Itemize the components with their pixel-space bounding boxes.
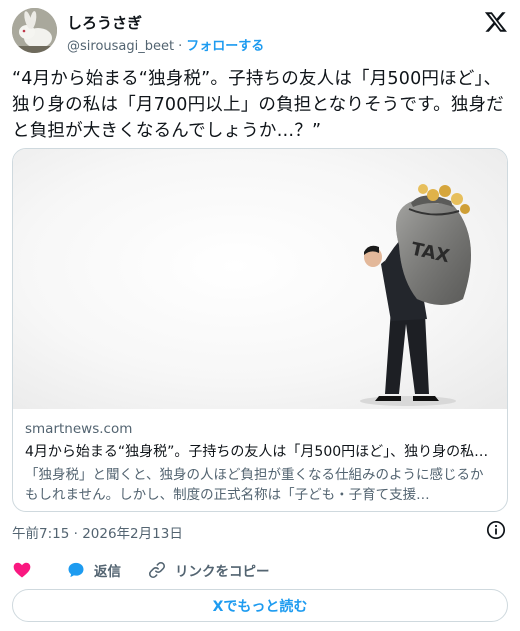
tweet-embed: しろうさぎ @sirousagi_beet · フォローする “4月から始まる“独身…	[0, 0, 520, 631]
tweet-header: しろうさぎ @sirousagi_beet · フォローする	[12, 8, 508, 56]
like-button[interactable]	[12, 560, 40, 580]
heart-icon	[13, 562, 31, 578]
reply-label: 返信	[94, 564, 121, 580]
rabbit-avatar-image	[12, 8, 57, 53]
read-more-on-x-button[interactable]: Xでもっと読む	[12, 589, 508, 622]
copy-link-button[interactable]: リンクをコピー	[147, 560, 270, 580]
reply-button[interactable]: 返信	[66, 560, 121, 580]
reply-bubble-icon	[68, 562, 84, 578]
card-title[interactable]: 4月から始まる“独身税”。子持ちの友人は「月500円ほど」、独り身の私…	[25, 441, 495, 461]
card-description: 「独身税」と聞くと、独身の人ほど負担が重くなる仕組みのように感じるかもしれません…	[25, 467, 484, 503]
link-icon	[149, 562, 165, 578]
author-handle[interactable]: @sirousagi_beet	[67, 39, 174, 54]
follow-button[interactable]: フォローする	[186, 39, 264, 54]
action-bar: 返信 リンクをコピー	[12, 558, 508, 582]
card-meta: smartnews.com 4月から始まる“独身税”。子持ちの友人は「月500円…	[25, 421, 495, 505]
x-logo-icon[interactable]	[484, 10, 508, 34]
card-image[interactable]: TAX	[13, 149, 507, 409]
author-name[interactable]: しろうさぎ	[67, 12, 142, 33]
tweet-text: “4月から始まる“独身税”。子持ちの友人は「月500円ほど」、独り身の私は「月7…	[12, 69, 504, 141]
handle-row: @sirousagi_beet · フォローする	[67, 35, 264, 54]
man-carrying-tax-sack-illustration: TAX	[360, 184, 471, 406]
info-icon[interactable]	[486, 520, 506, 540]
link-card[interactable]: TAX smartnews.com 4月から始まる“独身税”。子持ちの友人は「月…	[12, 148, 508, 512]
card-domain: smartnews.com	[25, 421, 133, 437]
copy-link-label: リンクをコピー	[175, 564, 270, 580]
avatar[interactable]	[12, 8, 57, 53]
separator-dot: ·	[178, 39, 183, 54]
timestamp[interactable]: 午前7:15 · 2026年2月13日	[12, 522, 183, 542]
